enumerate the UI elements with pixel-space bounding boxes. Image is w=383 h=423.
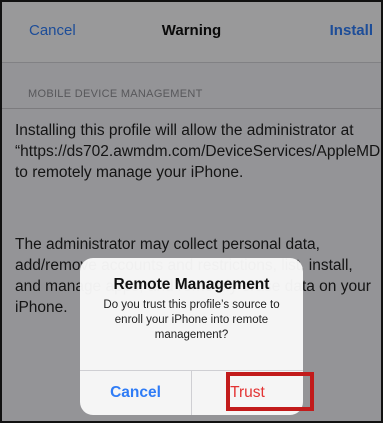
alert-message: Do you trust this profile’s source to en…	[103, 299, 280, 341]
trust-highlight-box	[226, 372, 314, 411]
alert-title: Remote Management	[113, 276, 270, 293]
screen-frame: Cancel Warning Install MOBILE DEVICE MAN…	[0, 0, 383, 423]
alert-cancel-button[interactable]: Cancel	[80, 371, 191, 415]
